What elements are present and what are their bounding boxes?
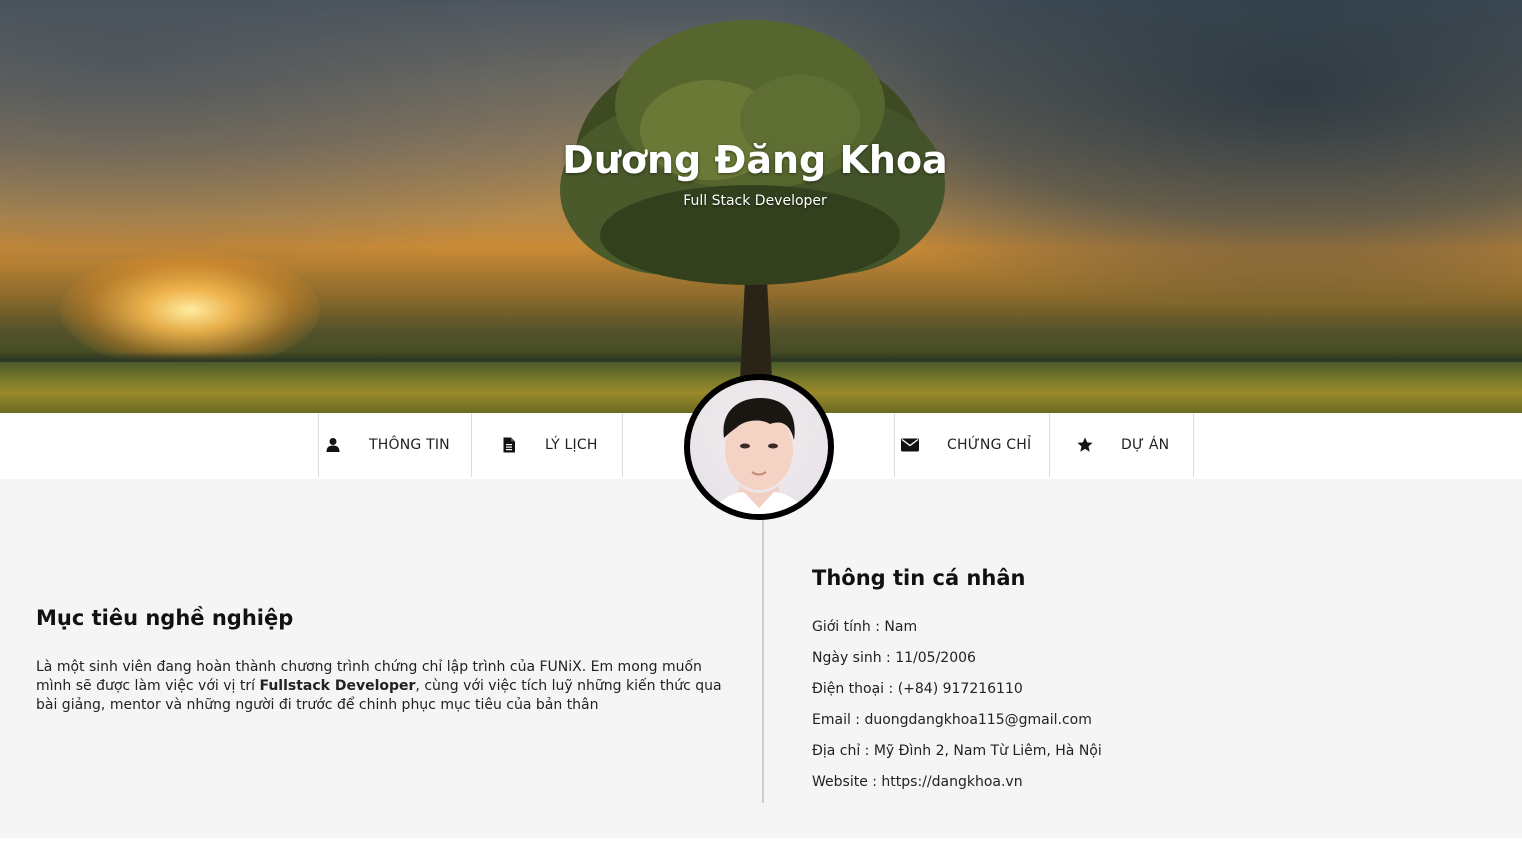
nav-item-label: DỰ ÁN <box>1121 437 1170 453</box>
nav-item-certificate[interactable]: CHỨNG CHỈ <box>894 413 1050 477</box>
personal-info-title: Thông tin cá nhân <box>812 566 1026 590</box>
hero-sky-left <box>0 0 620 260</box>
career-objective-title: Mục tiêu nghề nghiệp <box>36 606 294 630</box>
info-email: Email : duongdangkhoa115@gmail.com <box>812 712 1092 728</box>
user-icon <box>326 438 340 452</box>
nav-item-label: LÝ LỊCH <box>545 437 598 453</box>
nav-item-label: THÔNG TIN <box>369 437 450 453</box>
profile-role: Full Stack Developer <box>683 193 827 209</box>
info-phone: Điện thoại : (+84) 917216110 <box>812 681 1023 697</box>
portrait-illustration <box>710 398 808 514</box>
info-birthday: Ngày sinh : 11/05/2006 <box>812 650 976 666</box>
info-address: Địa chỉ : Mỹ Đình 2, Nam Từ Liêm, Hà Nội <box>812 743 1102 759</box>
info-gender: Giới tính : Nam <box>812 619 918 635</box>
avatar <box>684 374 834 520</box>
column-divider <box>762 520 764 803</box>
nav-item-label: CHỨNG CHỈ <box>947 437 1032 453</box>
nav-item-cv[interactable]: LÝ LỊCH <box>471 413 623 477</box>
nav-item-projects[interactable]: DỰ ÁN <box>1049 413 1194 477</box>
profile-name: Dương Đăng Khoa <box>562 138 948 182</box>
hero-banner: Dương Đăng Khoa Full Stack Developer <box>0 0 1522 413</box>
nav-item-info[interactable]: THÔNG TIN <box>318 413 472 477</box>
star-icon <box>1077 437 1093 452</box>
info-website: Website : https://dangkhoa.vn <box>812 774 1023 790</box>
avatar-photo <box>690 380 828 514</box>
career-objective-text: Là một sinh viên đang hoàn thành chương … <box>36 658 736 715</box>
envelope-icon <box>901 438 919 452</box>
career-highlight: Fullstack Developer <box>259 678 416 694</box>
file-text-icon <box>503 437 515 453</box>
personal-info-list: Giới tính : Nam Ngày sinh : 11/05/2006 Đ… <box>812 618 1102 804</box>
